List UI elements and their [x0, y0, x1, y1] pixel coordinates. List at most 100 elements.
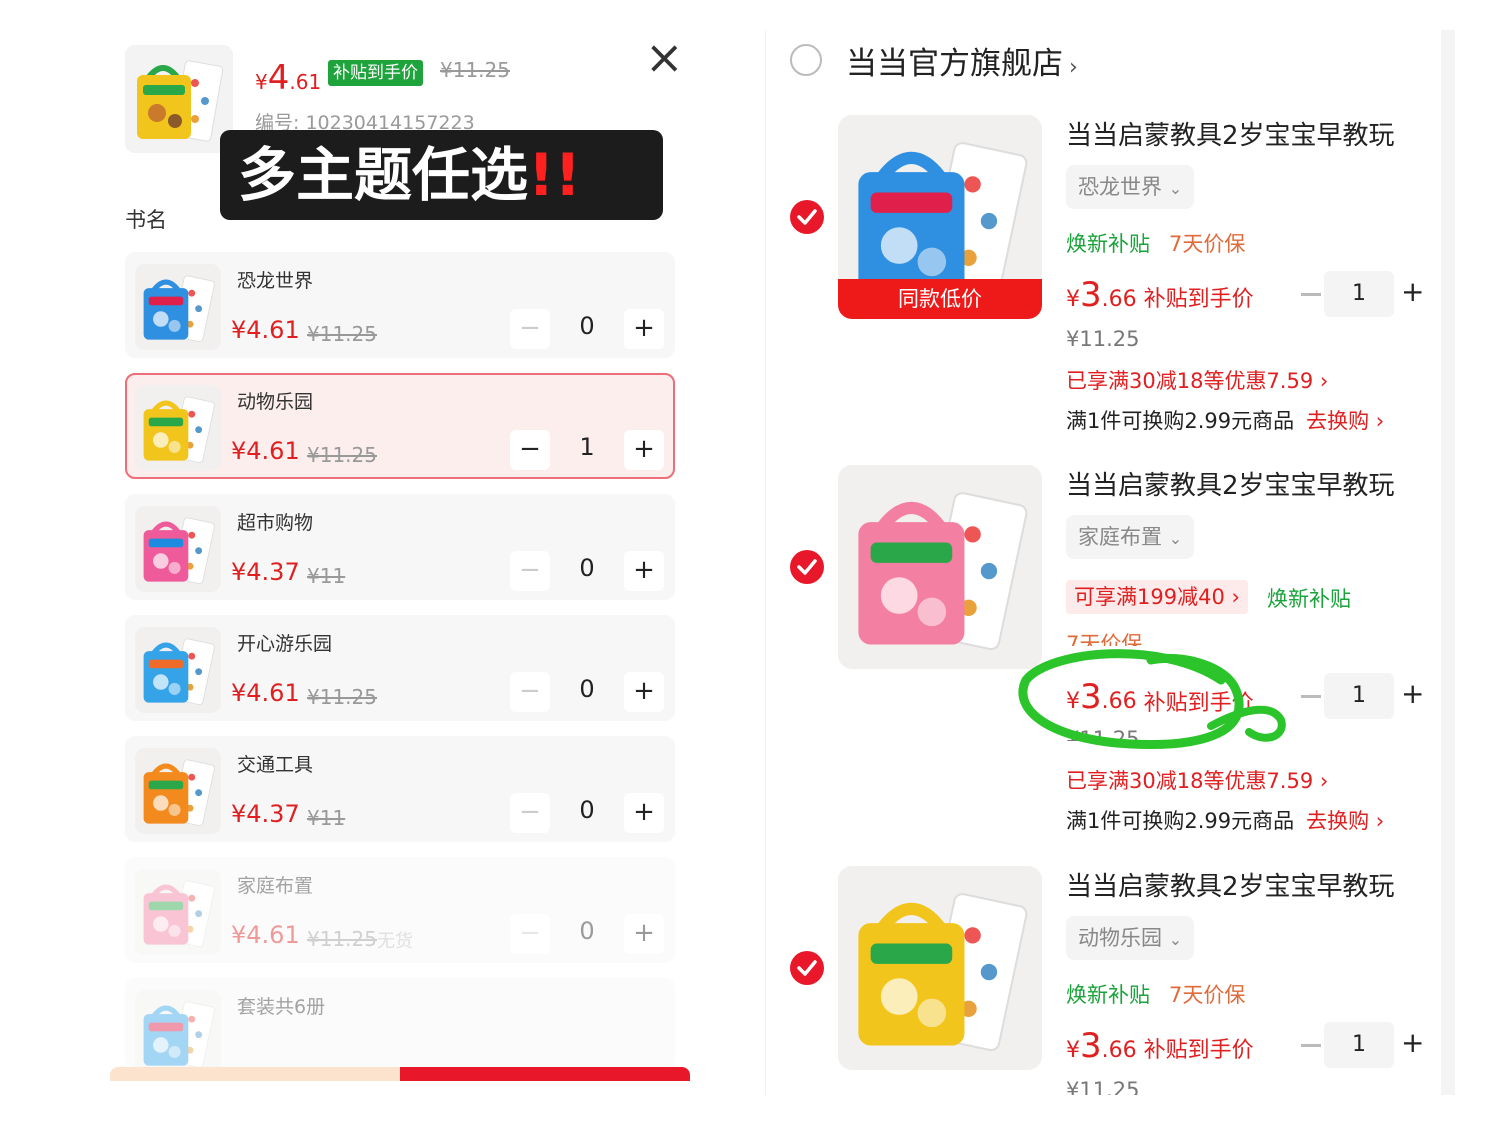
product-select-checkbox[interactable]: [790, 200, 824, 234]
decrease-button[interactable]: −: [510, 309, 550, 349]
sku-old-price: ¥11: [307, 806, 346, 830]
sku-option-row[interactable]: 开心游乐园 ¥4.61 ¥11.25 − 0 +: [125, 615, 675, 721]
chevron-right-icon: ›: [1069, 55, 1078, 80]
chevron-down-icon: ⌄: [1168, 930, 1183, 949]
increase-button[interactable]: +: [624, 672, 664, 712]
product-select-checkbox[interactable]: [790, 550, 824, 584]
product-cover-image: [838, 465, 1042, 669]
sku-price: ¥4.61: [231, 437, 300, 465]
header-price: ¥4.61: [255, 58, 322, 98]
sku-name: 超市购物: [237, 512, 314, 534]
sku-thumbnail: [135, 627, 221, 713]
sku-old-price: ¥11.25: [307, 685, 377, 709]
product-image[interactable]: [838, 866, 1042, 1070]
hand-drawn-annotation: [1018, 649, 1286, 749]
add-to-cart-bar[interactable]: [110, 1067, 400, 1081]
original-price: ¥11.25: [1066, 1078, 1140, 1095]
decrease-button[interactable]: −: [510, 793, 550, 833]
sku-old-price: ¥11: [307, 564, 346, 588]
sku-thumbnail: [135, 506, 221, 592]
product-image[interactable]: 同款低价: [838, 115, 1042, 319]
increase-button[interactable]: +: [624, 309, 664, 349]
sku-thumbnail: [135, 385, 221, 471]
book-cover-image: [135, 385, 221, 471]
sku-thumbnail: [135, 990, 221, 1076]
sku-price: ¥4.37: [231, 800, 300, 828]
increase-button[interactable]: +: [1401, 278, 1424, 306]
sku-name: 套装共6册: [237, 996, 326, 1018]
sku-name: 恐龙世界: [237, 270, 314, 292]
sku-price: ¥4.61: [231, 921, 300, 949]
subsidy-tag: 焕新补贴: [1066, 983, 1150, 1007]
decrease-button[interactable]: −: [510, 672, 550, 712]
store-select-radio[interactable]: [790, 44, 822, 76]
increase-button[interactable]: +: [1401, 680, 1424, 708]
book-cover-image: [125, 45, 233, 153]
spec-selector[interactable]: 恐龙世界 ⌄: [1066, 165, 1195, 209]
product-title[interactable]: 当当启蒙教具2岁宝宝早教玩: [1066, 115, 1395, 152]
quantity-value: 0: [579, 312, 595, 340]
check-icon: [797, 559, 817, 575]
decrease-button[interactable]: −: [510, 551, 550, 591]
trade-in-link[interactable]: 去换购 ›: [1306, 809, 1384, 833]
decrease-button[interactable]: [1301, 293, 1321, 296]
discount-info[interactable]: 已享满30减18等优惠7.59 ›: [1066, 365, 1328, 395]
sku-price: ¥4.61: [231, 679, 300, 707]
sku-thumbnail: [135, 869, 221, 955]
product-image[interactable]: [838, 465, 1042, 669]
coupon-tag[interactable]: 可享满199减40 ›: [1066, 580, 1248, 614]
promo-banner: 多主题任选!!: [220, 130, 663, 220]
price-protect-tag: 7天价保: [1169, 232, 1246, 256]
increase-button[interactable]: +: [624, 551, 664, 591]
increase-button[interactable]: +: [624, 793, 664, 833]
promo-banner-text: 多主题任选: [238, 141, 529, 209]
book-cover-image: [135, 990, 221, 1076]
store-name[interactable]: 当当官方旗舰店 ›: [846, 38, 1078, 83]
sku-option-row[interactable]: 动物乐园 ¥4.61 ¥11.25 − 1 +: [125, 373, 675, 479]
trade-in-link[interactable]: 去换购 ›: [1306, 409, 1384, 433]
bottom-action-bar: [110, 1067, 690, 1081]
quantity-value[interactable]: 1: [1324, 1022, 1394, 1068]
decrease-button[interactable]: [1301, 1044, 1321, 1047]
increase-button[interactable]: +: [1401, 1029, 1424, 1057]
sku-option-row[interactable]: 超市购物 ¥4.37 ¥11 − 0 +: [125, 494, 675, 600]
quantity-value[interactable]: 1: [1324, 673, 1394, 719]
subsidy-badge: 补贴到手价: [328, 60, 423, 86]
sku-option-row[interactable]: 套装共6册: [125, 978, 675, 1076]
product-select-checkbox[interactable]: [790, 951, 824, 985]
spec-selector[interactable]: 动物乐园 ⌄: [1066, 916, 1195, 960]
section-label-bookname: 书名: [125, 208, 167, 232]
sku-name: 家庭布置: [237, 875, 314, 897]
quantity-value[interactable]: 1: [1324, 271, 1394, 317]
sku-option-row[interactable]: 家庭布置 ¥4.61 ¥11.25 无货 − 0 +: [125, 857, 675, 963]
product-title[interactable]: 当当启蒙教具2岁宝宝早教玩: [1066, 465, 1395, 502]
book-cover-image: [135, 627, 221, 713]
sku-name: 动物乐园: [237, 391, 314, 413]
original-price: ¥11.25: [1066, 327, 1140, 351]
decrease-button[interactable]: −: [510, 914, 550, 954]
close-icon[interactable]: ×: [645, 34, 684, 80]
book-cover-image: [135, 869, 221, 955]
sku-option-row[interactable]: 恐龙世界 ¥4.61 ¥11.25 − 0 +: [125, 252, 675, 358]
book-cover-image: [135, 264, 221, 350]
increase-button[interactable]: +: [624, 914, 664, 954]
check-icon: [797, 960, 817, 976]
trade-in-offer: 满1件可换购2.99元商品 去换购 ›: [1066, 409, 1385, 433]
decrease-button[interactable]: −: [510, 430, 550, 470]
increase-button[interactable]: +: [624, 430, 664, 470]
quantity-value: 0: [579, 554, 595, 582]
quantity-value: 0: [579, 675, 595, 703]
subsidy-tag: 焕新补贴: [1267, 587, 1351, 611]
sku-option-row[interactable]: 交通工具 ¥4.37 ¥11 − 0 +: [125, 736, 675, 842]
sku-name: 开心游乐园: [237, 633, 333, 655]
product-cover-image: [838, 866, 1042, 1070]
subsidy-price: ¥3.66 补贴到手价: [1066, 275, 1254, 315]
quantity-value: 0: [579, 917, 595, 945]
chevron-down-icon: ⌄: [1168, 529, 1183, 548]
product-title[interactable]: 当当启蒙教具2岁宝宝早教玩: [1066, 866, 1395, 903]
book-cover-image: [135, 748, 221, 834]
check-icon: [797, 209, 817, 225]
buy-now-bar[interactable]: [400, 1067, 690, 1081]
quantity-value: 1: [579, 433, 595, 461]
spec-selector[interactable]: 家庭布置 ⌄: [1066, 515, 1195, 559]
